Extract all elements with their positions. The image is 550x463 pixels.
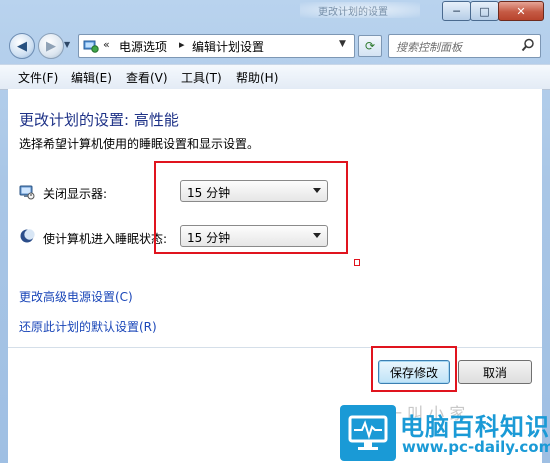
menu-help[interactable]: 帮助(H) — [236, 69, 278, 86]
address-bar[interactable]: « 电源选项 ▸ 编辑计划设置 ▼ — [78, 34, 355, 58]
turn-off-display-label: 关闭显示器: — [43, 187, 108, 201]
search-icon[interactable] — [521, 38, 535, 52]
logo-title: 电脑百科知识 — [400, 413, 550, 441]
navigation-bar: ◀ ▶ ▼ « 电源选项 ▸ 编辑计划设置 ▼ ⟳ 搜索控制面板 — [0, 30, 550, 62]
highlight-marker — [354, 259, 360, 266]
breadcrumb-overflow[interactable]: « — [103, 38, 110, 51]
window-controls: ─ □ ✕ — [442, 1, 544, 21]
refresh-button[interactable]: ⟳ — [358, 35, 382, 57]
close-button[interactable]: ✕ — [498, 1, 544, 21]
window-frame: 更改计划的设置 ─ □ ✕ ◀ ▶ ▼ « 电源选项 ▸ 编辑计划设置 ▼ ⟳ — [0, 0, 550, 463]
divider — [8, 347, 542, 348]
recent-pages-dropdown[interactable]: ▼ — [64, 40, 74, 50]
search-box[interactable]: 搜索控制面板 — [388, 34, 541, 58]
breadcrumb-power-options[interactable]: 电源选项 — [119, 38, 167, 55]
sleep-label: 使计算机进入睡眠状态: — [43, 232, 168, 246]
menu-edit[interactable]: 编辑(E) — [71, 69, 112, 86]
logo-url: www.pc-daily.com — [402, 438, 550, 456]
forward-button[interactable]: ▶ — [38, 33, 64, 59]
page-description: 选择希望计算机使用的睡眠设置和显示设置。 — [19, 137, 260, 151]
advanced-power-settings-link[interactable]: 更改高级电源设置(C) — [19, 288, 133, 305]
restore-defaults-link[interactable]: 还原此计划的默认设置(R) — [19, 318, 157, 335]
control-panel-icon — [83, 40, 99, 53]
address-dropdown[interactable]: ▼ — [339, 39, 346, 49]
menu-view[interactable]: 查看(V) — [126, 69, 168, 86]
site-logo: 电脑百科知识 www.pc-daily.com — [338, 403, 550, 463]
monitor-pulse-icon — [348, 415, 388, 450]
menu-bar: 文件(F) 编辑(E) 查看(V) 工具(T) 帮助(H) — [0, 64, 550, 90]
menu-file[interactable]: 文件(F) — [18, 69, 58, 86]
highlight-box-save — [371, 346, 457, 392]
logo-mark — [340, 405, 396, 461]
window-title: 更改计划的设置 — [318, 7, 388, 18]
highlight-box-dropdowns — [154, 161, 348, 254]
monitor-icon — [19, 185, 35, 200]
search-placeholder: 搜索控制面板 — [396, 41, 462, 54]
back-arrow-icon: ◀ — [17, 38, 27, 54]
menu-tools[interactable]: 工具(T) — [181, 69, 222, 86]
breadcrumb-edit-plan[interactable]: 编辑计划设置 — [192, 38, 264, 55]
moon-sleep-icon — [20, 229, 35, 243]
back-button[interactable]: ◀ — [9, 33, 35, 59]
maximize-button[interactable]: □ — [470, 1, 499, 21]
page-title: 更改计划的设置: 高性能 — [19, 111, 179, 129]
breadcrumb-separator[interactable]: ▸ — [179, 38, 185, 51]
forward-arrow-icon: ▶ — [46, 38, 56, 54]
cancel-button[interactable]: 取消 — [458, 360, 532, 384]
refresh-icon: ⟳ — [364, 39, 376, 53]
minimize-button[interactable]: ─ — [442, 1, 471, 21]
